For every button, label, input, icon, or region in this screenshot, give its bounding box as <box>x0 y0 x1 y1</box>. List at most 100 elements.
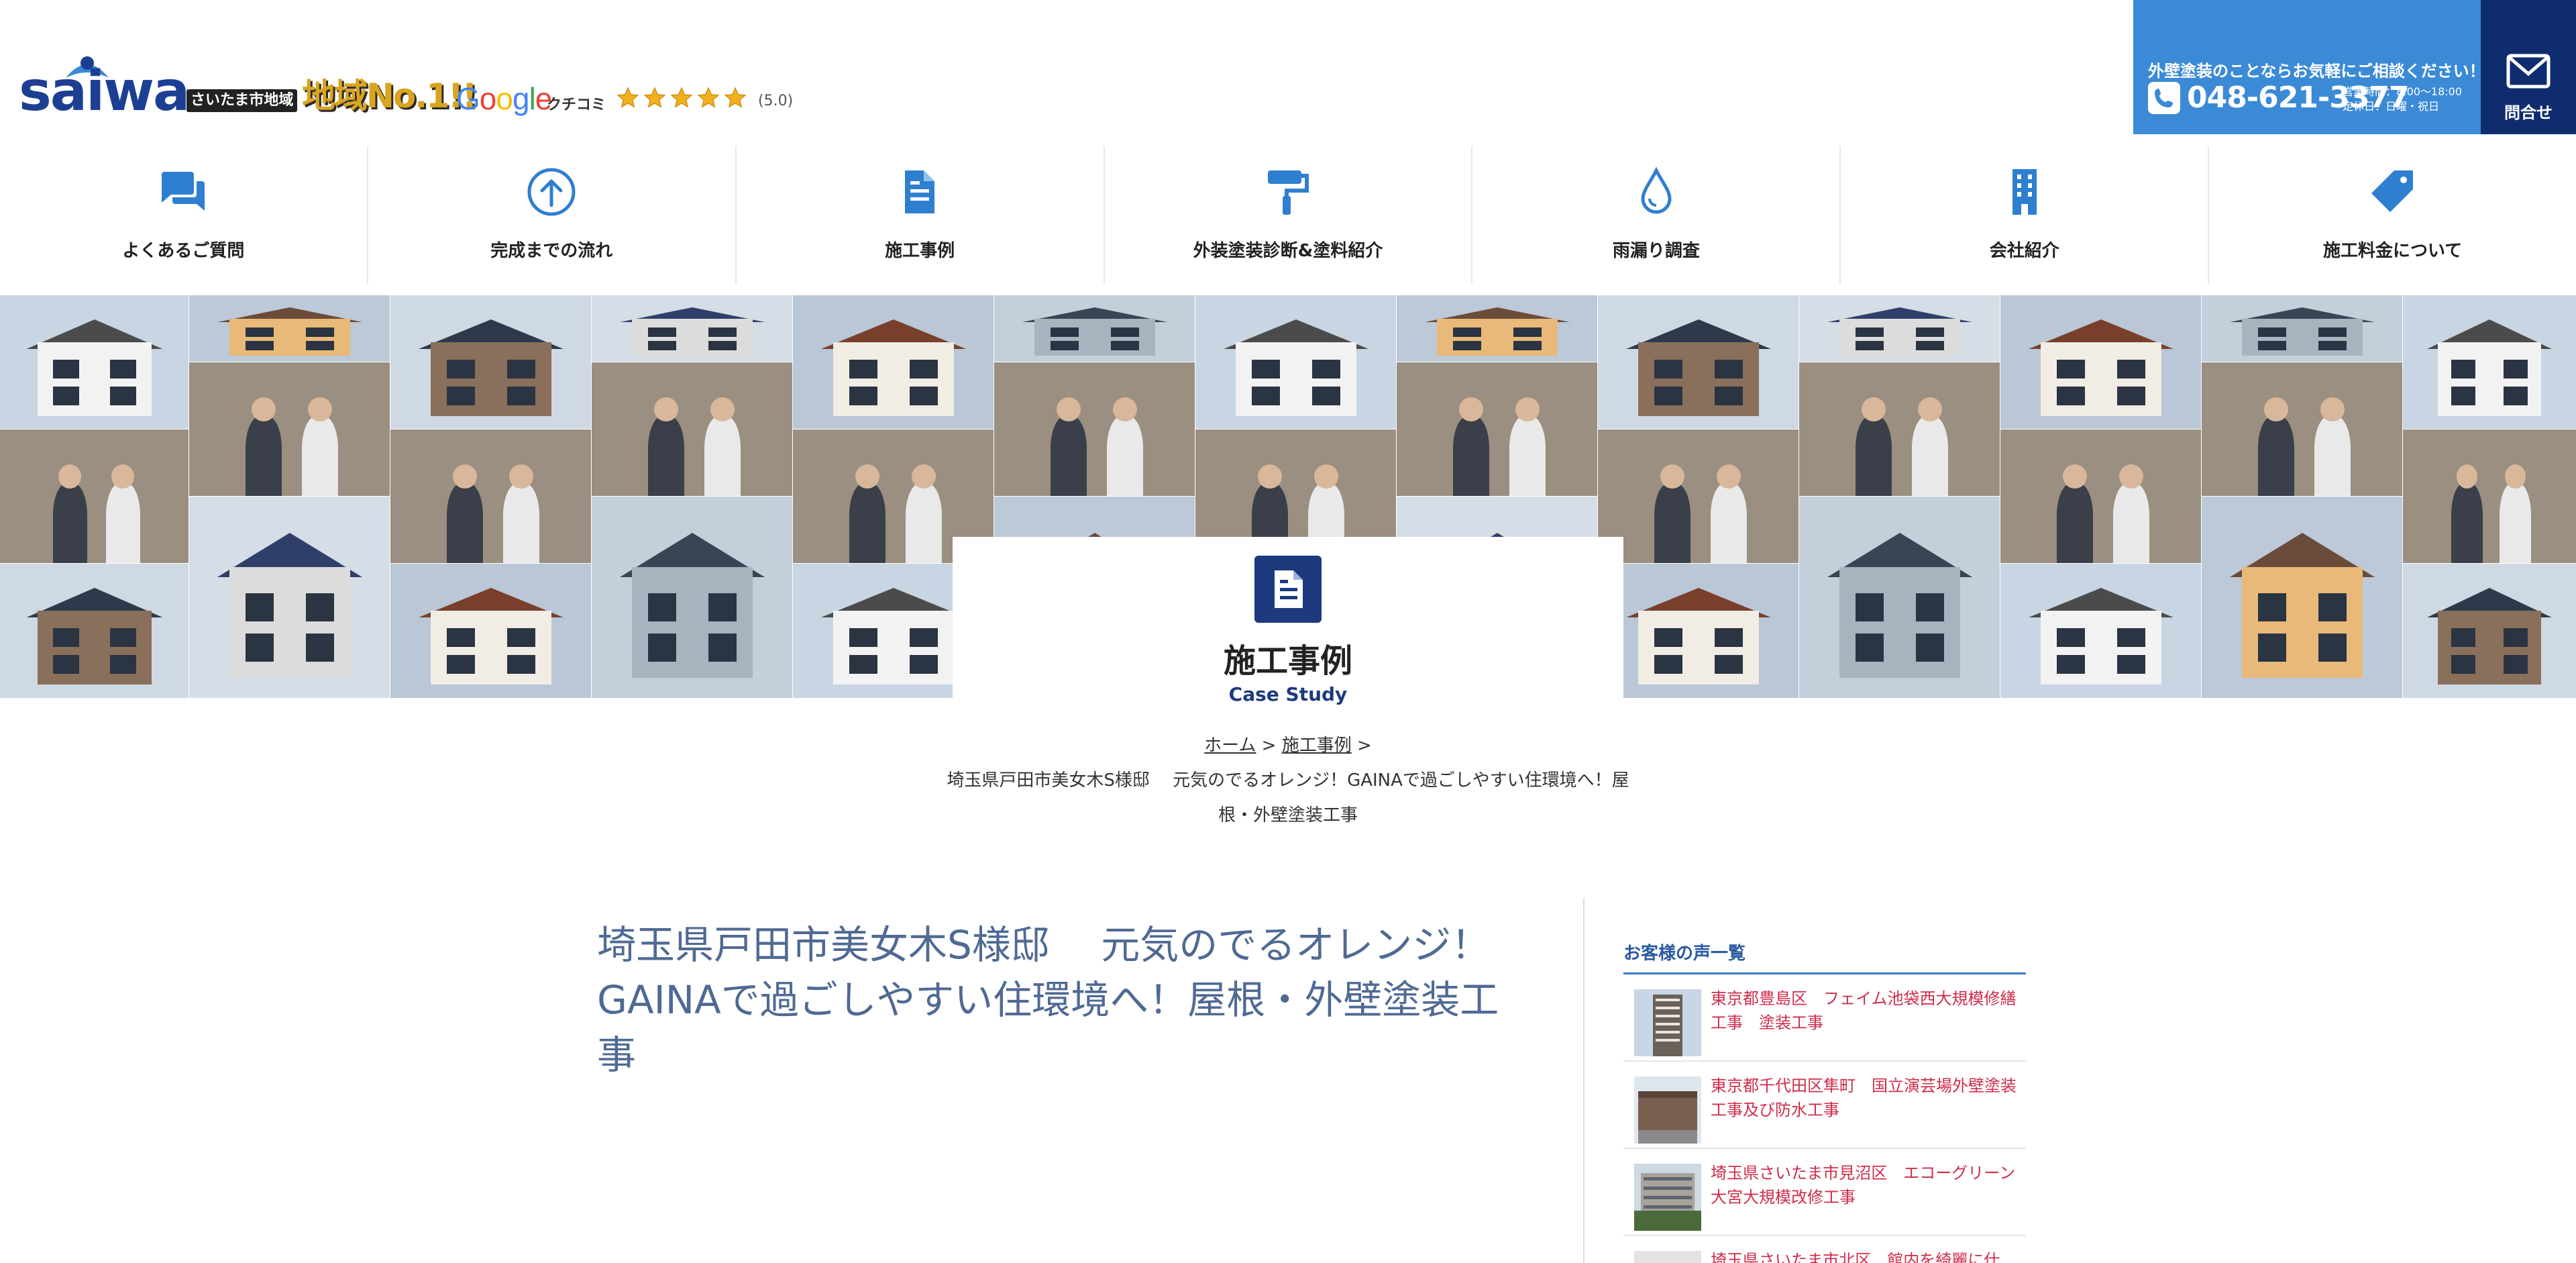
nav-item-company[interactable]: 会社紹介 <box>1841 146 2210 285</box>
mail-label: 問合せ <box>2504 103 2553 122</box>
nav-item-flow[interactable]: 完成までの流れ <box>368 146 737 285</box>
nav-label: 会社紹介 <box>1989 241 2059 261</box>
case-study-header: 施工事例 Case Study <box>953 537 1623 705</box>
collage-photo <box>2201 362 2404 497</box>
document-icon <box>1254 556 1322 623</box>
tagline-no1: 地域No.1!! <box>302 77 478 115</box>
global-nav: よくあるご質問 完成までの流れ 施工事例 外装塗装診断&塗料紹介 雨漏り調査 会… <box>0 146 2576 285</box>
collage-photo <box>1195 295 1397 430</box>
breadcrumb-current: 埼玉県戸田市美女木S様邸 元気のでるオレンジ！GAINAで過ごしやすい住環境へ！… <box>947 770 1629 825</box>
collage-photo <box>1396 295 1599 363</box>
saiwa-logo[interactable]: saiwa <box>19 55 190 122</box>
breadcrumb-separator: > <box>1357 736 1372 756</box>
collage-photo <box>2402 295 2576 430</box>
sidebar-customer-voices: お客様の声一覧 東京都豊島区 フェイム池袋西大規模修繕工事 塗装工事 東京都千代… <box>1623 940 2026 1263</box>
collage-photo <box>1396 362 1599 497</box>
collage-photo <box>189 362 391 497</box>
arrow-up-circle-icon <box>527 168 576 216</box>
collage-photo <box>2402 429 2576 564</box>
column-divider <box>1583 898 1585 1263</box>
nav-label: 雨漏り調査 <box>1612 241 1700 261</box>
collage-photo <box>591 496 794 698</box>
star-icon <box>643 87 666 108</box>
rating-stars <box>616 86 747 113</box>
voice-item-link[interactable]: 埼玉県さいたま市見沼区 エコーグリーン大宮大規模改修工事 <box>1711 1161 2019 1209</box>
phone-icon <box>2148 82 2180 114</box>
closed-days-line: 定休日：日曜・祝日 <box>2343 100 2440 113</box>
star-icon <box>724 87 747 108</box>
nav-label: 施工料金について <box>2322 241 2463 261</box>
collage-photo <box>1597 429 1800 564</box>
paint-roller-icon <box>1268 170 1309 215</box>
sidebar-heading: お客様の声一覧 <box>1623 940 2026 974</box>
collage-photo <box>1597 295 1800 430</box>
sidebar-voice-item[interactable]: 埼玉県さいたま市北区 館内を綺麗に仕 <box>1623 1236 2026 1263</box>
collage-photo <box>1597 563 1800 698</box>
collage-photo <box>1799 362 2001 497</box>
star-icon <box>670 87 693 108</box>
nav-label: 施工事例 <box>885 241 955 261</box>
mail-contact-button[interactable]: 問合せ <box>2481 0 2576 134</box>
breadcrumb-section-link[interactable]: 施工事例 <box>1282 736 1352 756</box>
collage-photo <box>0 429 190 564</box>
collage-photo <box>591 295 794 363</box>
collage-photo <box>390 295 592 430</box>
google-logo: Google <box>456 81 552 116</box>
voice-thumbnail <box>1634 1076 1701 1144</box>
voice-thumbnail <box>1634 989 1701 1056</box>
collage-photo <box>0 295 190 430</box>
collage-photo <box>994 362 1196 497</box>
star-icon <box>697 87 720 108</box>
voice-item-link[interactable]: 埼玉県さいたま市北区 館内を綺麗に仕 <box>1711 1248 2019 1263</box>
sidebar-voice-item[interactable]: 東京都千代田区隼町 国立演芸場外壁塗装工事及び防水工事 <box>1623 1062 2026 1149</box>
sidebar-voice-item[interactable]: 東京都豊島区 フェイム池袋西大規模修繕工事 塗装工事 <box>1623 974 2026 1062</box>
sidebar-voice-item[interactable]: 埼玉県さいたま市見沼区 エコーグリーン大宮大規模改修工事 <box>1623 1149 2026 1236</box>
breadcrumb: ホーム > 施工事例 > 埼玉県戸田市美女木S様邸 元気のでるオレンジ！GAIN… <box>939 728 1637 833</box>
collage-photo <box>1799 496 2001 698</box>
collage-photo <box>189 295 391 363</box>
breadcrumb-separator: > <box>1261 736 1282 756</box>
nav-item-cases[interactable]: 施工事例 <box>737 146 1105 285</box>
voice-thumbnail <box>1634 1164 1701 1231</box>
page-section-subtitle: Case Study <box>1228 683 1348 705</box>
star-icon <box>616 87 639 108</box>
collage-photo <box>792 295 995 430</box>
water-drop-icon <box>1641 166 1672 214</box>
contact-lead: 外壁塗装のことならお気軽にご相談ください！ <box>2148 62 2485 81</box>
logo-text: saiwa <box>19 60 190 123</box>
hours-line: 営業時間：8:00〜18:00 <box>2343 85 2463 98</box>
collage-photo <box>2201 295 2404 363</box>
nav-item-leak[interactable]: 雨漏り調査 <box>1472 146 1841 285</box>
nav-label: 完成までの流れ <box>490 241 613 261</box>
phone-contact-box[interactable]: 外壁塗装のことならお気軽にご相談ください！ 048-621-3377 営業時間：… <box>2133 0 2485 134</box>
kuchikomi-label: クチコミ <box>547 97 606 113</box>
nav-label: よくあるご質問 <box>122 241 245 261</box>
page-section-title: 施工事例 <box>1223 642 1352 680</box>
collage-photo <box>994 295 1196 363</box>
voice-item-link[interactable]: 東京都千代田区隼町 国立演芸場外壁塗装工事及び防水工事 <box>1711 1074 2019 1122</box>
breadcrumb-home-link[interactable]: ホーム <box>1204 736 1256 756</box>
document-icon <box>905 170 935 213</box>
collage-photo <box>2000 563 2202 698</box>
collage-photo <box>390 563 592 698</box>
collage-photo <box>2402 563 2576 698</box>
collage-photo <box>390 429 592 564</box>
nav-label: 外装塗装診断&塗料紹介 <box>1193 241 1383 261</box>
voice-item-link[interactable]: 東京都豊島区 フェイム池袋西大規模修繕工事 塗装工事 <box>1711 987 2019 1035</box>
collage-photo <box>189 496 391 698</box>
price-tag-icon <box>2371 170 2413 212</box>
building-icon <box>2012 169 2037 215</box>
nav-item-diagnosis[interactable]: 外装塗装診断&塗料紹介 <box>1105 146 1473 285</box>
collage-photo <box>2000 429 2202 564</box>
mail-icon <box>2506 54 2551 89</box>
site-header: saiwa さいたま市地域 地域No.1!! Google クチコミ (5.0)… <box>0 0 2576 134</box>
rating-score: (5.0) <box>758 93 794 109</box>
nav-item-faq[interactable]: よくあるご質問 <box>0 146 368 285</box>
nav-item-pricing[interactable]: 施工料金について <box>2209 146 2576 285</box>
collage-photo <box>591 362 794 497</box>
tagline-region: さいたま市地域 <box>186 89 298 112</box>
collage-photo <box>2000 295 2202 430</box>
collage-photo <box>1799 295 2001 363</box>
chat-icon <box>162 172 205 211</box>
business-hours: 営業時間：8:00〜18:00 定休日：日曜・祝日 <box>2343 85 2462 114</box>
